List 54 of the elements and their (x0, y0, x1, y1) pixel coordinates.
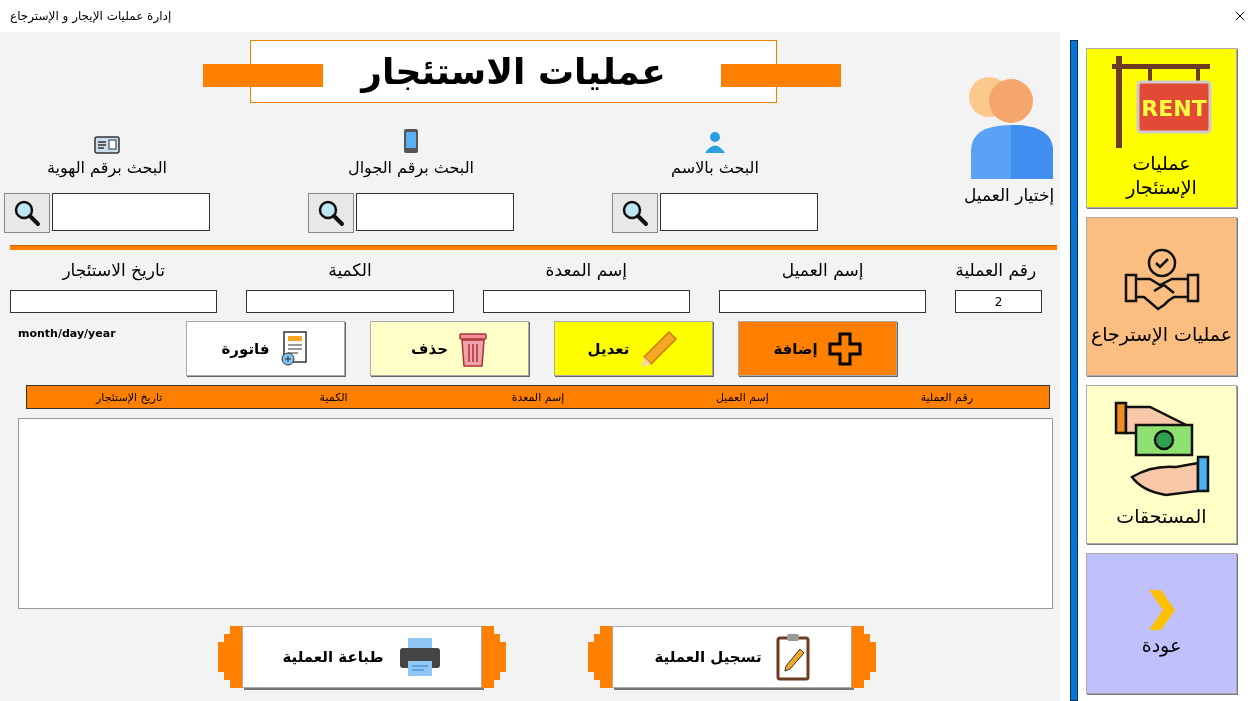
sign-text: RENT (1140, 96, 1207, 122)
field-label: إسم المعدة (545, 260, 627, 282)
step-ornament (852, 626, 876, 688)
invoice-button[interactable]: فاتورة (186, 321, 345, 376)
column-header: تاريخ الإستئجار (94, 390, 164, 404)
input-field[interactable] (718, 290, 927, 313)
column-header: إسم المعدة (510, 390, 566, 404)
input-field[interactable] (9, 290, 218, 313)
column-header: إسم العميل (715, 390, 770, 404)
add-button[interactable]: إضافة (738, 321, 897, 376)
search-icon (621, 199, 649, 227)
window-title: إدارة عمليات الإيجار و الإسترجاع (10, 9, 172, 23)
sidebar-button[interactable]: المستحقات (1086, 385, 1237, 544)
sidebar-button[interactable]: عودة (1086, 553, 1237, 694)
step-ornament (482, 626, 506, 688)
edit-button[interactable]: تعديل (554, 321, 713, 376)
search-icon (317, 199, 345, 227)
search-label: البحث برقم الجوال (348, 158, 474, 177)
customer-picker-label: إختيار العميل (963, 185, 1055, 205)
field-label: إسم العميل (781, 260, 864, 282)
column-header: الكمية (318, 390, 349, 404)
search-icon (13, 199, 41, 227)
input-field[interactable] (246, 290, 454, 313)
page-title: عمليات الاستئجار (361, 51, 666, 92)
search-button[interactable] (308, 193, 354, 233)
sidebar-button[interactable]: عمليات الإسترجاع (1086, 217, 1237, 376)
step-ornament (218, 626, 242, 688)
plus-icon (827, 331, 862, 366)
search-button[interactable] (612, 193, 658, 233)
clipboard-icon (775, 633, 810, 681)
search-label: البحث بالاسم (671, 158, 759, 177)
column-header: رقم العملية (919, 390, 974, 404)
input-field[interactable] (482, 290, 690, 313)
search-field[interactable] (356, 193, 514, 231)
date-format-hint: month/day/year (17, 327, 117, 340)
delete-button[interactable]: حذف (370, 321, 529, 376)
print-button[interactable]: طباعة العملية (242, 626, 482, 688)
invoice-icon (279, 330, 310, 367)
input-field[interactable]: 2 (955, 290, 1042, 313)
search-button[interactable] (4, 193, 50, 233)
search-field[interactable] (52, 193, 210, 231)
chevron-right-icon (1146, 589, 1177, 630)
save-button[interactable]: تسجيل العملية (612, 626, 852, 688)
field-label: الكمية (328, 260, 372, 282)
field-label: تاريخ الاستئجار (62, 260, 165, 283)
step-ornament (588, 626, 612, 688)
printer-icon (397, 637, 442, 677)
search-field[interactable] (660, 193, 818, 231)
person-icon (703, 130, 727, 154)
search-label: البحث برقم الهوية (47, 158, 167, 177)
id-card-icon (94, 136, 120, 154)
field-label: رقم العملية (955, 260, 1037, 282)
phone-icon (403, 128, 419, 154)
pencil-icon (639, 328, 680, 369)
